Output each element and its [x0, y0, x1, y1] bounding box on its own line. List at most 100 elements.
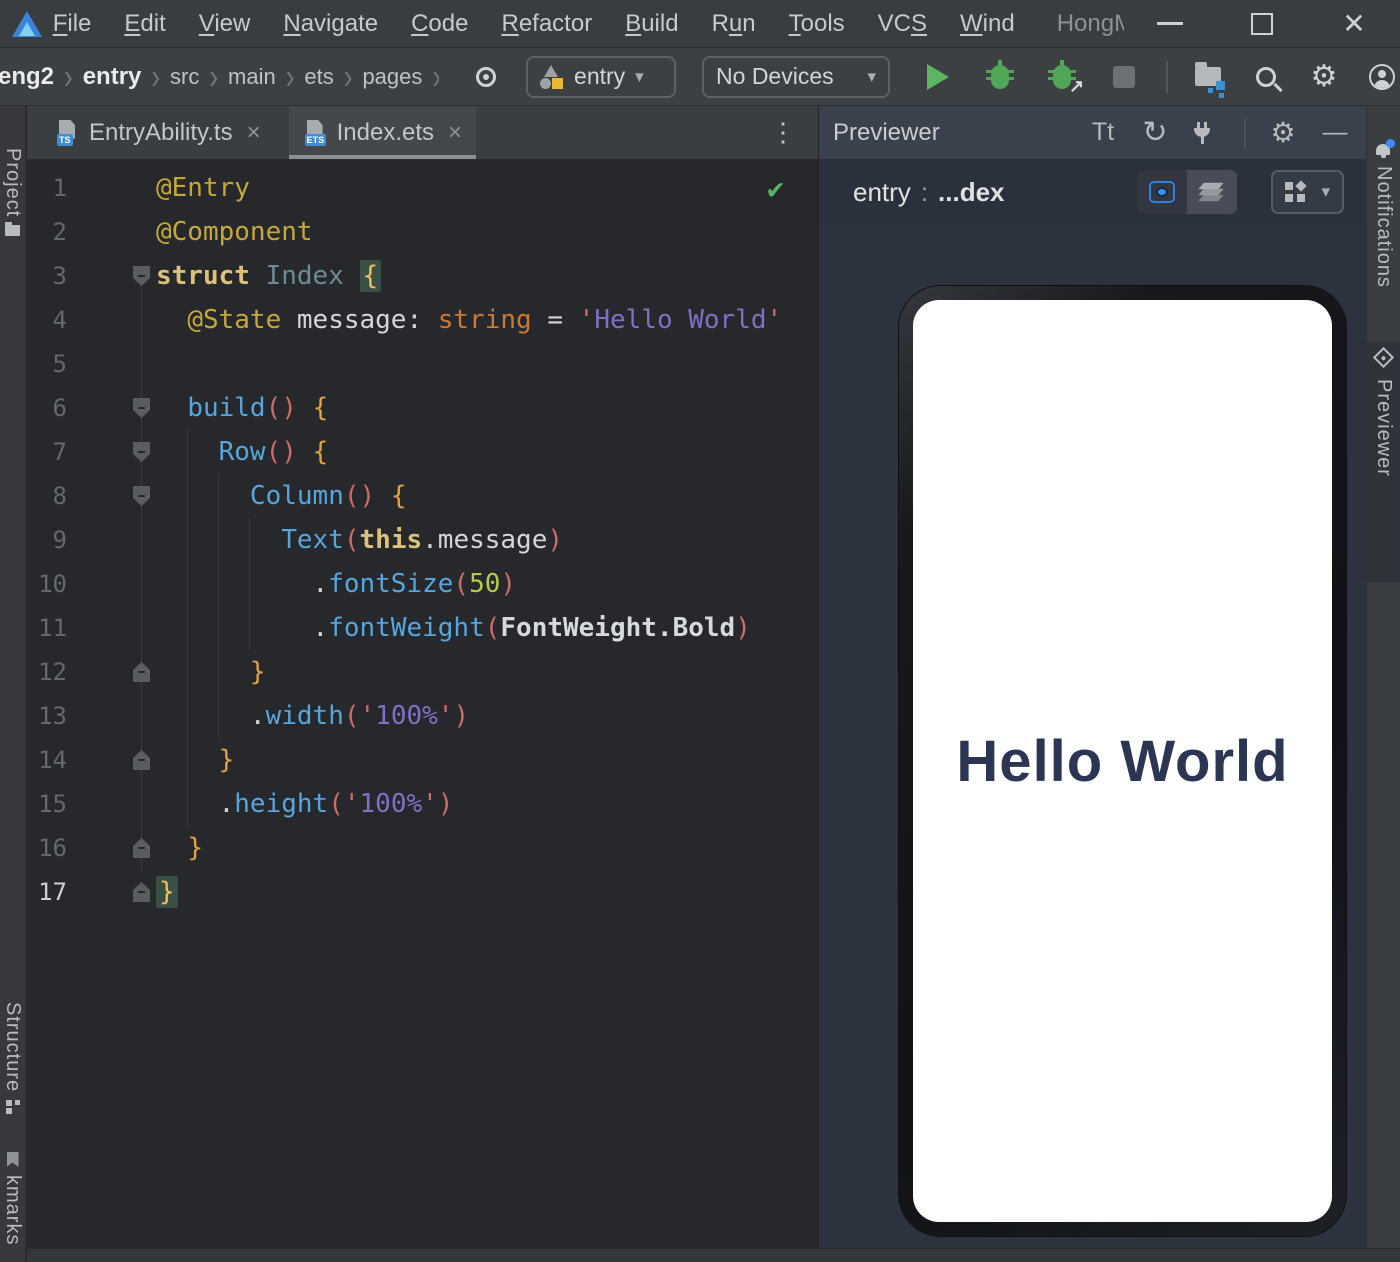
line-number[interactable]: 17	[27, 870, 67, 914]
avatar-icon	[1369, 63, 1395, 90]
menu-item-view[interactable]: View	[199, 10, 251, 38]
line-number[interactable]: 11	[27, 606, 67, 650]
fold-marker-down[interactable]	[133, 398, 150, 418]
line-number[interactable]: 7	[27, 430, 67, 474]
code-line-14[interactable]: 14 }	[27, 738, 818, 782]
tab-index-ets[interactable]: ETS Index.ets ×	[288, 106, 477, 159]
tab-entryability-ts[interactable]: TS EntryAbility.ts ×	[41, 106, 275, 159]
line-number[interactable]: 6	[27, 386, 67, 430]
menu-item-build[interactable]: Build	[625, 10, 678, 38]
fold-marker-down[interactable]	[133, 486, 150, 506]
line-number[interactable]: 10	[27, 562, 67, 606]
code-line-9[interactable]: 9 Text(this.message)	[27, 518, 818, 562]
code-editor[interactable]: 1 @Entry 2 @Component 3 struct Index {4 @Stat…	[27, 160, 818, 1248]
debug-button[interactable]	[982, 59, 1018, 95]
previewer-title: Previewer	[833, 118, 940, 146]
menu-item-code[interactable]: Code	[411, 10, 468, 38]
account-button[interactable]	[1364, 59, 1400, 95]
code-line-1[interactable]: 1 @Entry	[27, 166, 818, 210]
code-line-10[interactable]: 10 .fontSize(50)	[27, 562, 818, 606]
fold-marker-up[interactable]	[133, 882, 150, 902]
breadcrumb-item-eng2[interactable]: eng2	[0, 63, 58, 91]
font-settings-button[interactable]: Tt	[1088, 118, 1118, 147]
search-everywhere-button[interactable]	[1248, 59, 1284, 95]
line-number[interactable]: 14	[27, 738, 67, 782]
line-number[interactable]: 1	[27, 166, 67, 210]
phone-mockup: Hello World	[899, 286, 1346, 1236]
stop-button[interactable]	[1106, 59, 1142, 95]
breadcrumb-item-pages[interactable]: pages	[358, 64, 426, 90]
line-number[interactable]: 8	[27, 474, 67, 518]
code-line-7[interactable]: 7 Row() {	[27, 430, 818, 474]
line-number[interactable]: 4	[27, 298, 67, 342]
fold-marker-down[interactable]	[133, 266, 150, 286]
close-button[interactable]: ✕	[1308, 0, 1400, 48]
inspections-ok-icon[interactable]: ✔	[767, 172, 784, 205]
code-line-8[interactable]: 8 Column() {	[27, 474, 818, 518]
menu-bar: File Edit View Navigate Code Refactor Build Run…	[53, 10, 1015, 38]
menu-item-wind[interactable]: Wind	[960, 10, 1015, 38]
code-line-16[interactable]: 16 }	[27, 826, 818, 870]
maximize-button[interactable]	[1216, 0, 1308, 48]
code-line-15[interactable]: 15 .height('100%')	[27, 782, 818, 826]
line-number[interactable]: 5	[27, 342, 67, 386]
code-line-4[interactable]: 4 @State message: string = 'Hello World'	[27, 298, 818, 342]
menu-item-vcs[interactable]: VCS	[878, 10, 927, 38]
toolbar-separator	[1166, 60, 1168, 93]
code-line-17[interactable]: 17}	[27, 870, 818, 914]
run-configuration-select[interactable]: entry ▾	[526, 55, 677, 98]
run-button[interactable]	[920, 59, 956, 95]
line-number[interactable]: 2	[27, 210, 67, 254]
sidebar-item-structure[interactable]: Structure	[0, 1002, 25, 1115]
menu-item-edit[interactable]: Edit	[124, 10, 165, 38]
sidebar-item-previewer[interactable]: Previewer	[1367, 346, 1400, 477]
sidebar-item-notifications[interactable]: Notifications	[1367, 139, 1400, 288]
menu-item-refactor[interactable]: Refactor	[501, 10, 592, 38]
visual-preview-toggle[interactable]	[1137, 170, 1188, 214]
display-mode-select[interactable]: ▾	[1271, 170, 1344, 214]
fold-marker-down[interactable]	[133, 442, 150, 462]
settings-button[interactable]: ⚙	[1306, 59, 1342, 95]
device-file-browser-button[interactable]	[1190, 59, 1226, 95]
hide-panel-button[interactable]: —	[1320, 118, 1350, 147]
refresh-button[interactable]: ↻	[1140, 115, 1170, 150]
fold-marker-up[interactable]	[133, 838, 150, 858]
fold-marker-up[interactable]	[133, 750, 150, 770]
breadcrumb-item-entry[interactable]: entry	[79, 63, 146, 91]
component-tree-toggle[interactable]	[1187, 170, 1238, 214]
tab-options-kebab-icon[interactable]: ⋮	[762, 117, 804, 148]
line-number[interactable]: 12	[27, 650, 67, 694]
locate-file-button[interactable]	[465, 55, 508, 99]
tab-close-icon[interactable]: ×	[444, 119, 462, 147]
menu-item-run[interactable]: Run	[712, 10, 756, 38]
breadcrumb-item-main[interactable]: main	[224, 64, 280, 90]
fold-marker-up[interactable]	[133, 662, 150, 682]
code-text: Row() {	[218, 437, 329, 467]
bug-icon	[986, 59, 1015, 89]
code-line-6[interactable]: 6 build() {	[27, 386, 818, 430]
menu-item-tools[interactable]: Tools	[789, 10, 845, 38]
code-line-2[interactable]: 2 @Component	[27, 210, 818, 254]
line-number[interactable]: 16	[27, 826, 67, 870]
code-line-3[interactable]: 3 struct Index {	[27, 254, 818, 298]
inspector-plug-button[interactable]	[1192, 121, 1222, 144]
line-number[interactable]: 13	[27, 694, 67, 738]
device-select[interactable]: No Devices ▾	[702, 55, 891, 98]
line-number[interactable]: 9	[27, 518, 67, 562]
code-line-13[interactable]: 13 .width('100%')	[27, 694, 818, 738]
previewer-settings-button[interactable]: ⚙	[1268, 116, 1298, 149]
menu-item-file[interactable]: File	[53, 10, 92, 38]
minimize-button[interactable]	[1124, 0, 1216, 48]
breadcrumb-item-ets[interactable]: ets	[300, 64, 337, 90]
code-line-12[interactable]: 12 }	[27, 650, 818, 694]
sidebar-item-project[interactable]: Project	[0, 148, 25, 237]
line-number[interactable]: 3	[27, 254, 67, 298]
code-line-5[interactable]: 5	[27, 342, 818, 386]
breadcrumb-item-src[interactable]: src	[166, 64, 203, 90]
attach-debugger-button[interactable]: ↗	[1044, 59, 1084, 96]
sidebar-item-bookmarks[interactable]: kmarks	[0, 1152, 25, 1245]
tab-close-icon[interactable]: ×	[243, 119, 261, 147]
line-number[interactable]: 15	[27, 782, 67, 826]
code-line-11[interactable]: 11 .fontWeight(FontWeight.Bold)	[27, 606, 818, 650]
menu-item-navigate[interactable]: Navigate	[283, 10, 378, 38]
